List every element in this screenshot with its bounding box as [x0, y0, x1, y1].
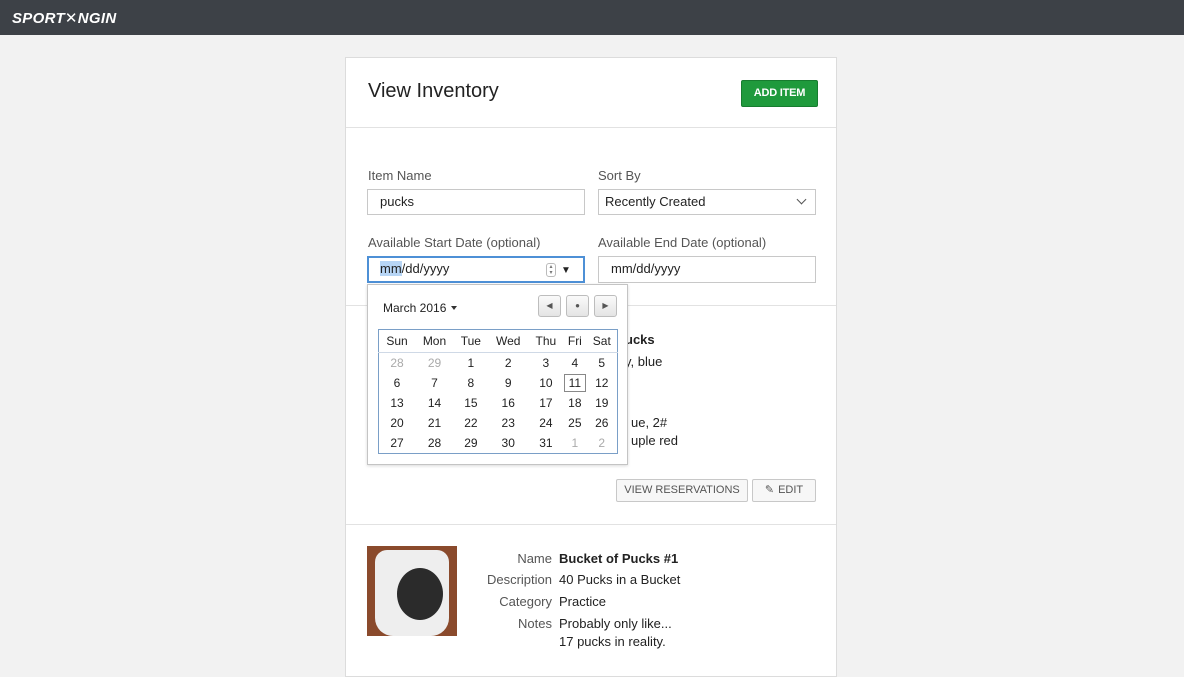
- calendar-day[interactable]: 13: [379, 393, 416, 413]
- calendar-day[interactable]: 29: [415, 353, 454, 374]
- weekday-header: Tue: [453, 329, 488, 353]
- calendar-week-row: 6 7 8 9 10 11 12: [379, 373, 618, 393]
- calendar-day[interactable]: 16: [488, 393, 529, 413]
- calendar-day[interactable]: 23: [488, 413, 529, 433]
- calendar-day[interactable]: 4: [563, 353, 586, 374]
- calendar-day[interactable]: 25: [563, 413, 586, 433]
- calendar-day[interactable]: 28: [415, 433, 454, 454]
- end-date-label: Available End Date (optional): [598, 235, 767, 250]
- calendar-day[interactable]: 14: [415, 393, 454, 413]
- calendar-day[interactable]: 29: [454, 433, 488, 454]
- top-bar: SPORT✕NGIN: [0, 0, 1184, 35]
- caret-down-icon: [451, 306, 458, 310]
- weekday-header: Fri: [563, 329, 587, 353]
- notes-key: Notes: [518, 616, 552, 631]
- weekday-header: Sun: [378, 329, 415, 353]
- weekday-header: Mon: [415, 329, 454, 353]
- calendar-week-row: 28 29 1 2 3 4 5: [379, 353, 618, 374]
- item1-line3-partial: ue, 2#: [631, 415, 668, 430]
- pencil-icon: ✎: [764, 484, 775, 496]
- next-month-button[interactable]: ▶: [594, 295, 617, 317]
- calendar-day[interactable]: 24: [529, 413, 564, 433]
- item1-desc-partial: y, blue: [625, 354, 663, 369]
- calendar-day[interactable]: 8: [454, 373, 488, 393]
- calendar-day[interactable]: 18: [563, 393, 586, 413]
- month-label: March 2016: [383, 301, 447, 315]
- end-date-input[interactable]: mm/dd/yyyy: [598, 256, 816, 283]
- calendar-day[interactable]: 30: [488, 433, 529, 454]
- start-date-input[interactable]: mm/dd/yyyy ▴ ▾ ▼: [367, 256, 585, 283]
- sort-by-label: Sort By: [598, 168, 641, 183]
- calendar-day[interactable]: 31: [529, 433, 564, 454]
- calendar-day[interactable]: 11: [563, 373, 586, 393]
- calendar-day[interactable]: 17: [529, 393, 564, 413]
- item-notes-line2: 17 pucks in reality.: [559, 634, 666, 649]
- calendar-day[interactable]: 22: [454, 413, 488, 433]
- weekday-header: Wed: [487, 329, 529, 353]
- item-name-label: Item Name: [368, 168, 432, 183]
- divider: [346, 524, 836, 525]
- divider: [346, 127, 836, 128]
- calendar-day[interactable]: 27: [379, 433, 416, 454]
- weekday-header: Sat: [586, 329, 618, 353]
- today-button[interactable]: ●: [566, 295, 589, 317]
- spinner-icon[interactable]: ▴ ▾: [546, 263, 556, 277]
- calendar-day[interactable]: 2: [488, 353, 529, 374]
- calendar-week-row: 27 28 29 30 31 1 2: [379, 433, 618, 454]
- description-key: Description: [486, 572, 552, 587]
- date-picker-popup: March 2016 ◀ ● ▶ Sun Mon Tue Wed Thu Fri Sat 2…: [367, 284, 628, 465]
- calendar-day[interactable]: 6: [379, 373, 416, 393]
- item-category: Practice: [559, 594, 606, 609]
- name-key: Name: [517, 551, 552, 566]
- calendar-day[interactable]: 15: [454, 393, 488, 413]
- calendar-dropdown-icon[interactable]: ▼: [561, 260, 571, 282]
- sort-by-select[interactable]: Recently Created: [598, 189, 816, 215]
- start-date-label: Available Start Date (optional): [368, 235, 541, 250]
- bucket-image: [375, 550, 449, 636]
- view-reservations-button[interactable]: VIEW RESERVATIONS: [616, 479, 748, 502]
- sort-by-value: Recently Created: [605, 194, 706, 209]
- edit-label: EDIT: [778, 484, 804, 496]
- category-key: Category: [499, 594, 552, 609]
- weekday-header: Thu: [528, 329, 564, 353]
- calendar-day[interactable]: 21: [415, 413, 454, 433]
- calendar-week-row: 20 21 22 23 24 25 26: [379, 413, 618, 433]
- calendar-day[interactable]: 1: [454, 353, 488, 374]
- start-date-month-segment[interactable]: mm: [380, 261, 402, 276]
- month-year-selector[interactable]: March 2016: [383, 301, 458, 315]
- calendar-day[interactable]: 19: [587, 393, 618, 413]
- calendar-day[interactable]: 2: [587, 433, 618, 454]
- page-title: View Inventory: [368, 80, 499, 102]
- calendar-day[interactable]: 10: [529, 373, 564, 393]
- item-notes-line1: Probably only like...: [559, 616, 672, 631]
- calendar-day[interactable]: 5: [587, 353, 618, 374]
- calendar-day[interactable]: 9: [488, 373, 529, 393]
- prev-month-button[interactable]: ◀: [538, 295, 561, 317]
- calendar-day[interactable]: 26: [587, 413, 618, 433]
- item1-line4-partial: uple red: [631, 433, 678, 448]
- item1-name-partial: ucks: [625, 332, 655, 347]
- start-date-rest: /dd/yyyy: [401, 261, 450, 276]
- calendar-day[interactable]: 20: [379, 413, 416, 433]
- chevron-down-icon: [796, 194, 807, 205]
- sportngin-logo[interactable]: SPORT✕NGIN: [12, 9, 116, 27]
- edit-button[interactable]: ✎ EDIT: [752, 479, 816, 502]
- calendar-day[interactable]: 1: [563, 433, 586, 454]
- item-name-input[interactable]: pucks: [367, 189, 585, 215]
- calendar-grid: Sun Mon Tue Wed Thu Fri Sat 28 29 1 2 3 4 5 6 7 8 9 10 11 1…: [378, 329, 618, 454]
- calendar-day[interactable]: 7: [415, 373, 454, 393]
- item-description: 40 Pucks in a Bucket: [559, 572, 681, 587]
- item-name: Bucket of Pucks #1: [559, 551, 679, 566]
- calendar-week-row: 13 14 15 16 17 18 19: [379, 393, 618, 413]
- calendar-day[interactable]: 28: [379, 353, 416, 374]
- calendar-day[interactable]: 3: [529, 353, 564, 374]
- add-item-button[interactable]: ADD ITEM: [741, 80, 818, 107]
- calendar-day[interactable]: 12: [587, 373, 618, 393]
